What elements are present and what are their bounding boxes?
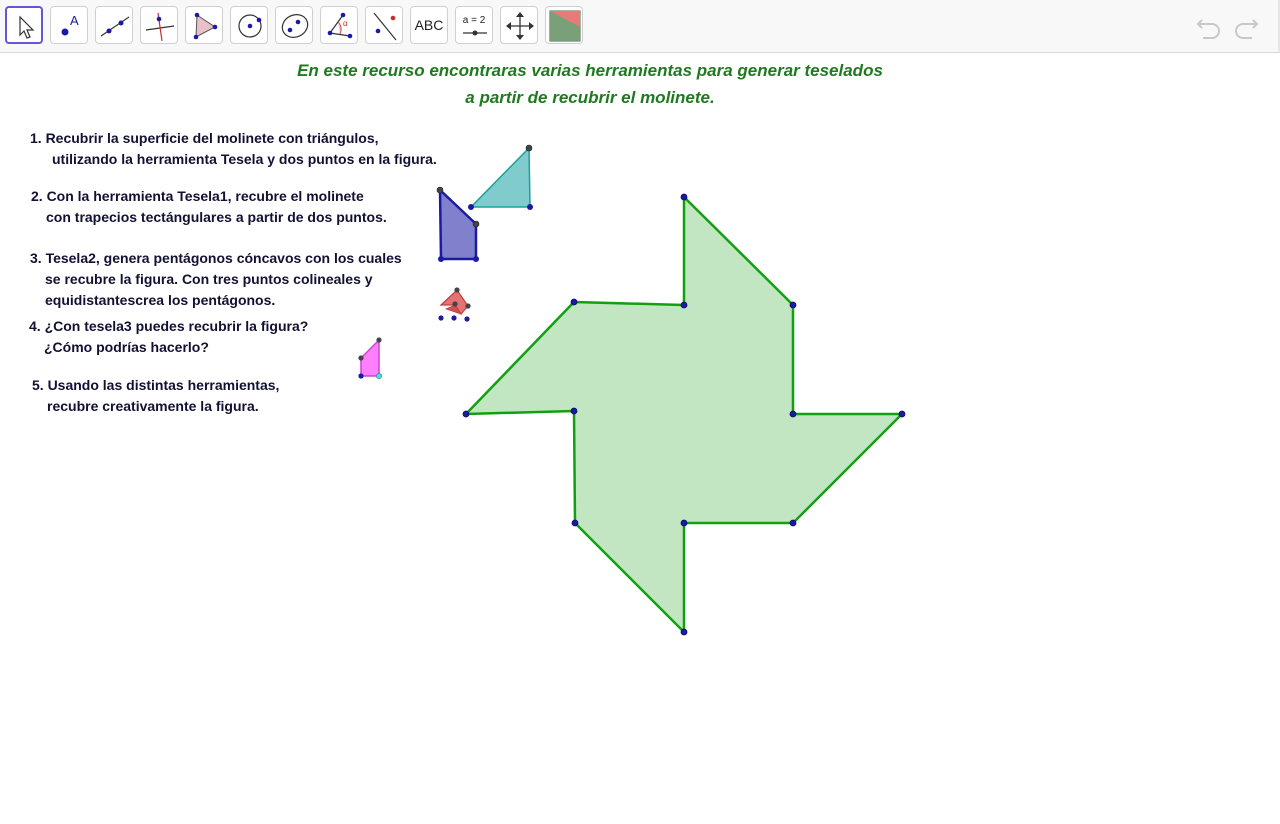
polygon-tool-button[interactable] xyxy=(185,6,223,44)
tile-point[interactable] xyxy=(451,315,457,321)
molinete-polygon[interactable] xyxy=(464,195,904,634)
vertex-point xyxy=(570,407,578,415)
tile-point[interactable] xyxy=(454,287,460,293)
teal-triangle-tile[interactable] xyxy=(469,146,531,208)
angle-tool-button[interactable]: α xyxy=(320,6,358,44)
line-through-points-icon xyxy=(100,16,130,37)
custom-tesela-tool-button[interactable] xyxy=(545,6,583,44)
perpendicular-line-tool-button[interactable] xyxy=(140,6,178,44)
vertex-point xyxy=(789,519,797,527)
tile-point[interactable] xyxy=(376,337,382,343)
circle-center-icon xyxy=(238,14,262,38)
reflect-about-line-icon xyxy=(373,12,397,41)
tile-point[interactable] xyxy=(468,204,474,210)
tile-point[interactable] xyxy=(452,301,458,307)
blue-trapezoid-tile[interactable] xyxy=(438,187,478,261)
graphics-view[interactable] xyxy=(0,53,1280,824)
point-tool-label: A xyxy=(70,13,79,28)
ellipse-icon xyxy=(281,14,309,38)
vertex-point xyxy=(571,519,579,527)
custom-tool-icon xyxy=(549,10,581,42)
slider-tool-button[interactable]: a = 2 xyxy=(455,6,493,44)
redo-icon xyxy=(1235,19,1259,39)
move-arrows-icon xyxy=(506,12,534,40)
line-tool-button[interactable] xyxy=(95,6,133,44)
tile-point[interactable] xyxy=(438,256,444,262)
vertex-point xyxy=(462,410,470,418)
cursor-arrow-icon xyxy=(19,15,35,39)
point-tool-button[interactable]: A xyxy=(50,6,88,44)
tile-point[interactable] xyxy=(472,220,480,228)
perpendicular-line-icon xyxy=(145,12,175,42)
reflect-tool-button[interactable] xyxy=(365,6,403,44)
vertex-point xyxy=(680,628,688,636)
vertex-point xyxy=(789,410,797,418)
tile-point[interactable] xyxy=(525,144,533,152)
vertex-point xyxy=(680,193,688,201)
undo-button[interactable] xyxy=(1194,12,1224,40)
tile-point[interactable] xyxy=(473,256,479,262)
text-tool-label: ABC xyxy=(414,17,444,33)
vertex-point xyxy=(570,298,578,306)
tile-point[interactable] xyxy=(436,186,444,194)
toolbar: A α ABC a = 2 xyxy=(0,0,1280,53)
redo-button[interactable] xyxy=(1231,12,1261,40)
tile-point[interactable] xyxy=(464,316,470,322)
angle-icon xyxy=(327,12,353,39)
vertex-point xyxy=(789,301,797,309)
vertex-point xyxy=(680,301,688,309)
ellipse-tool-button[interactable] xyxy=(275,6,313,44)
tile-point[interactable] xyxy=(358,355,364,361)
polygon-icon xyxy=(193,12,218,40)
move-graphics-view-tool-button[interactable] xyxy=(500,6,538,44)
pink-tile[interactable] xyxy=(360,338,380,377)
slider-icon xyxy=(463,30,487,36)
move-tool-button[interactable] xyxy=(5,6,43,44)
tile-point[interactable] xyxy=(438,315,444,321)
vertex-point xyxy=(898,410,906,418)
tile-point[interactable] xyxy=(376,373,382,379)
tile-point[interactable] xyxy=(527,204,533,210)
angle-tool-label: α xyxy=(343,19,348,28)
circle-center-point-tool-button[interactable] xyxy=(230,6,268,44)
vertex-point xyxy=(680,519,688,527)
text-tool-button[interactable]: ABC xyxy=(410,6,448,44)
tile-point[interactable] xyxy=(358,373,364,379)
tile-point[interactable] xyxy=(465,303,471,309)
undo-icon xyxy=(1196,19,1220,39)
